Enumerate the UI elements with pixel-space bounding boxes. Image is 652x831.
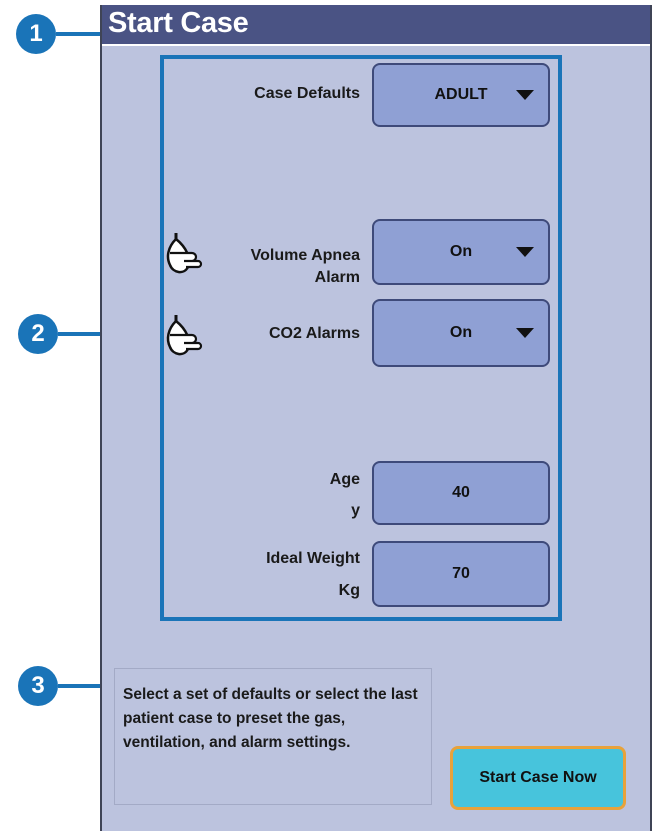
co2-alarms-label: CO2 Alarms [269,325,360,342]
age-label: Age [329,471,360,488]
chevron-down-icon [516,328,534,338]
callout-marker-1: 1 [16,14,56,54]
start-case-now-button[interactable]: Start Case Now [450,746,626,810]
bag-hand-icon [166,233,203,274]
callout-number: 2 [31,320,45,347]
callout-number: 3 [31,672,45,699]
age-value: 40 [452,484,470,501]
volume-apnea-label-line2: Alarm [314,269,360,286]
title-bar: Start Case [102,5,650,46]
hint-text-box: Select a set of defaults or select the l… [114,668,432,805]
start-case-panel: Start Case Case Defaults ADULT Volume Ap… [100,5,652,831]
start-case-now-label: Start Case Now [479,769,597,786]
volume-apnea-value: On [449,243,473,260]
page-title: Start Case [108,7,249,39]
volume-apnea-label: Volume Apnea Alarm [206,245,360,289]
callout-marker-2: 2 [18,314,58,354]
hint-text: Select a set of defaults or select the l… [123,686,418,751]
volume-apnea-dropdown[interactable]: On [372,219,550,285]
callout-marker-3: 3 [18,666,58,706]
ideal-weight-input[interactable]: 70 [372,541,550,607]
case-defaults-value: ADULT [434,86,488,103]
chevron-down-icon [516,247,534,257]
ideal-weight-unit: Kg [338,582,360,599]
bag-hand-icon [166,315,203,356]
age-unit: y [351,502,360,519]
case-defaults-label: Case Defaults [254,85,360,102]
co2-alarms-dropdown[interactable]: On [372,299,550,367]
case-defaults-dropdown[interactable]: ADULT [372,63,550,127]
volume-apnea-label-line1: Volume Apnea [250,247,360,264]
co2-alarms-value: On [449,324,473,341]
age-input[interactable]: 40 [372,461,550,525]
ideal-weight-value: 70 [452,565,470,582]
callout-leader-1 [56,32,104,36]
ideal-weight-label: Ideal Weight [266,550,360,567]
callout-number: 1 [29,20,43,47]
chevron-down-icon [516,90,534,100]
